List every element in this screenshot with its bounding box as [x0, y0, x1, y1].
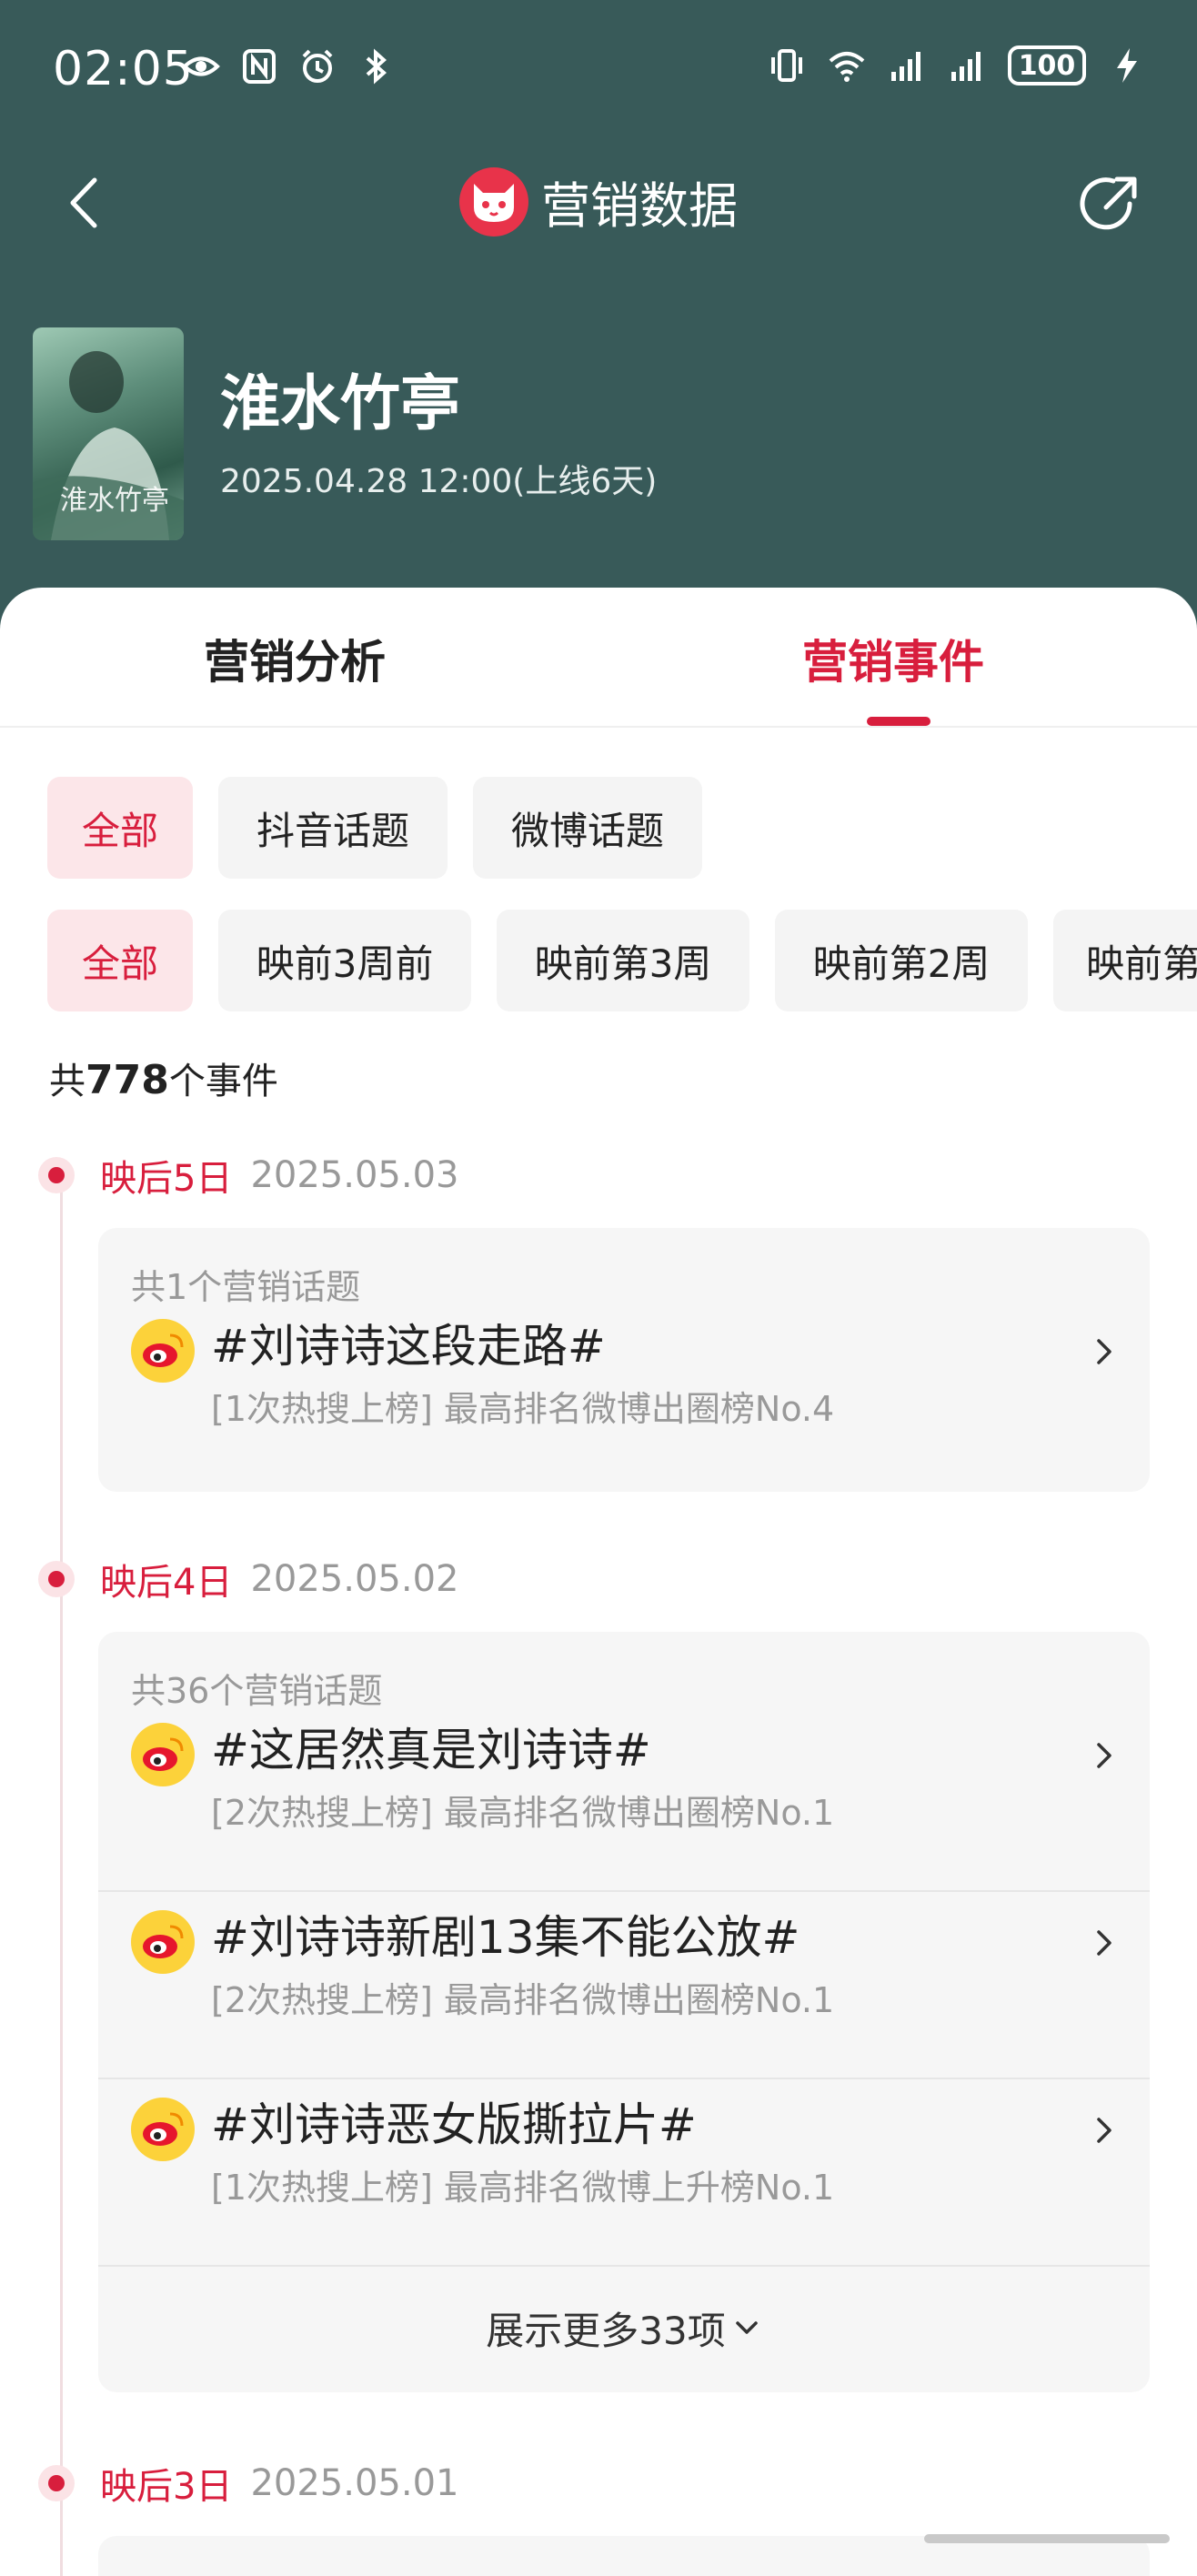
day-label: 映后4日: [100, 1562, 233, 1604]
chevron-right-icon: [1097, 1339, 1112, 1364]
event-total: 共778个事件: [49, 1057, 278, 1103]
filter-all-platforms[interactable]: 全部: [47, 777, 193, 879]
topic-title: #刘诗诗恶女版撕拉片#: [211, 2098, 697, 2151]
period-filter-row: 全部 映前3周前 映前第3周 映前第2周 映前第: [47, 910, 1197, 1011]
nav-bar: 营销数据: [0, 155, 1197, 255]
topic-subtitle: [2次热搜上榜] 最高排名微博出圈榜No.1: [211, 1793, 835, 1833]
weibo-icon: [131, 1723, 195, 1786]
day-label: 映后3日: [100, 2466, 233, 2508]
weibo-icon: [131, 1910, 195, 1974]
topic-title: #刘诗诗这段走路#: [211, 1320, 606, 1373]
row-divider: [98, 2265, 1150, 2267]
timeline-dot: [38, 1561, 75, 1597]
show-more-button[interactable]: 展示更多33项: [98, 2269, 1150, 2387]
day-header: 映后5日 2025.05.03: [38, 1148, 458, 1202]
day-header: 映后3日 2025.05.01: [38, 2456, 458, 2511]
topic-count: 共1个营销话题: [131, 1267, 361, 1307]
status-time: 02:05: [53, 42, 194, 96]
page-title: 营销数据: [541, 177, 738, 235]
day-label: 映后5日: [100, 1158, 233, 1200]
chevron-down-icon: [735, 2321, 758, 2334]
topic-row[interactable]: #刘诗诗新剧13集不能公放# [2次热搜上榜] 最高排名微博出圈榜No.1: [98, 1896, 1150, 2083]
signal-icon: [891, 52, 920, 81]
charging-icon: [1117, 48, 1137, 83]
chevron-right-icon: [1097, 1743, 1112, 1768]
tab-marketing-analysis[interactable]: 营销分析: [204, 626, 386, 691]
filter-douyin-topics[interactable]: 抖音话题: [218, 777, 448, 879]
share-icon[interactable]: [1073, 167, 1146, 240]
topic-subtitle: [1次热搜上榜] 最高排名微博出圈榜No.4: [211, 1389, 835, 1429]
tab-marketing-events[interactable]: 营销事件: [802, 626, 984, 691]
weibo-icon: [131, 2098, 195, 2161]
alarm-icon: [302, 49, 333, 83]
row-divider: [98, 2078, 1150, 2079]
cat-logo-icon: [459, 166, 528, 236]
day-date: 2025.05.03: [250, 1154, 459, 1196]
wifi-icon: [829, 52, 865, 82]
day-date: 2025.05.01: [250, 2462, 459, 2504]
platform-filter-row: 全部 抖音话题 微博话题: [47, 777, 702, 879]
filter-pre-week-3[interactable]: 映前第3周: [497, 910, 749, 1011]
battery-icon: 100: [1008, 45, 1086, 86]
topic-card: 共1个营销话题 #刘诗诗这段走路# [1次热搜上榜] 最高排名微博出圈榜No.4: [98, 1228, 1150, 1492]
row-divider: [98, 1890, 1150, 1892]
header-background: 02:05 100 营销数据 淮水竹亭 淮水竹亭 2025.04.28 12:0…: [0, 0, 1197, 637]
filter-pre-week-2[interactable]: 映前第2周: [775, 910, 1028, 1011]
filter-pre-3-weeks-before[interactable]: 映前3周前: [218, 910, 471, 1011]
show-more-label: 展示更多33项: [486, 2308, 726, 2353]
chevron-right-icon: [1097, 1930, 1112, 1956]
chevron-right-icon: [1097, 2118, 1112, 2143]
topic-row[interactable]: #刘诗诗恶女版撕拉片# [1次热搜上榜] 最高排名微博上升榜No.1: [98, 2083, 1150, 2270]
movie-title: 淮水竹亭: [220, 368, 460, 438]
bluetooth-icon: [366, 48, 387, 85]
timeline-dot: [38, 2465, 75, 2501]
movie-info: 淮水竹亭 淮水竹亭 2025.04.28 12:00(上线6天): [33, 327, 1161, 546]
signal-icon: [951, 52, 981, 81]
day-date: 2025.05.02: [250, 1558, 459, 1600]
vibrate-icon: [771, 49, 802, 82]
content-sheet: 营销分析 营销事件 全部 抖音话题 微博话题 全部 映前3周前 映前第3周 映前…: [0, 588, 1197, 2576]
tab-bar: 营销分析 营销事件: [0, 588, 1197, 728]
timeline-line: [60, 1177, 63, 2576]
svg-text:淮水竹亭: 淮水竹亭: [60, 485, 169, 517]
filter-weibo-topics[interactable]: 微博话题: [473, 777, 702, 879]
weibo-icon: [131, 1319, 195, 1383]
eye-icon: [182, 56, 220, 76]
home-indicator[interactable]: [924, 2534, 1170, 2543]
topic-count: 共36个营销话题: [131, 1671, 383, 1711]
filter-all-periods[interactable]: 全部: [47, 910, 193, 1011]
day-header: 映后4日 2025.05.02: [38, 1552, 458, 1606]
nfc-icon: [243, 49, 276, 84]
topic-subtitle: [2次热搜上榜] 最高排名微博出圈榜No.1: [211, 1980, 835, 2020]
topic-card: 共36个营销话题 #这居然真是刘诗诗# [2次热搜上榜] 最高排名微博出圈榜No…: [98, 1632, 1150, 2392]
timeline-dot: [38, 1157, 75, 1193]
topic-title: #这居然真是刘诗诗#: [211, 1724, 651, 1776]
movie-poster[interactable]: 淮水竹亭: [33, 327, 184, 540]
topic-row[interactable]: #这居然真是刘诗诗# [2次热搜上榜] 最高排名微博出圈榜No.1: [98, 1708, 1150, 1896]
status-bar: 02:05 100: [0, 0, 1197, 136]
release-date: 2025.04.28 12:00(上线6天): [220, 463, 658, 500]
filter-pre-week-next[interactable]: 映前第: [1053, 910, 1197, 1011]
topic-title: #刘诗诗新剧13集不能公放#: [211, 1911, 800, 1964]
active-tab-indicator: [867, 717, 930, 726]
topic-subtitle: [1次热搜上榜] 最高排名微博上升榜No.1: [211, 2168, 835, 2208]
topic-row[interactable]: #刘诗诗这段走路# [1次热搜上榜] 最高排名微博出圈榜No.4: [98, 1304, 1150, 1492]
